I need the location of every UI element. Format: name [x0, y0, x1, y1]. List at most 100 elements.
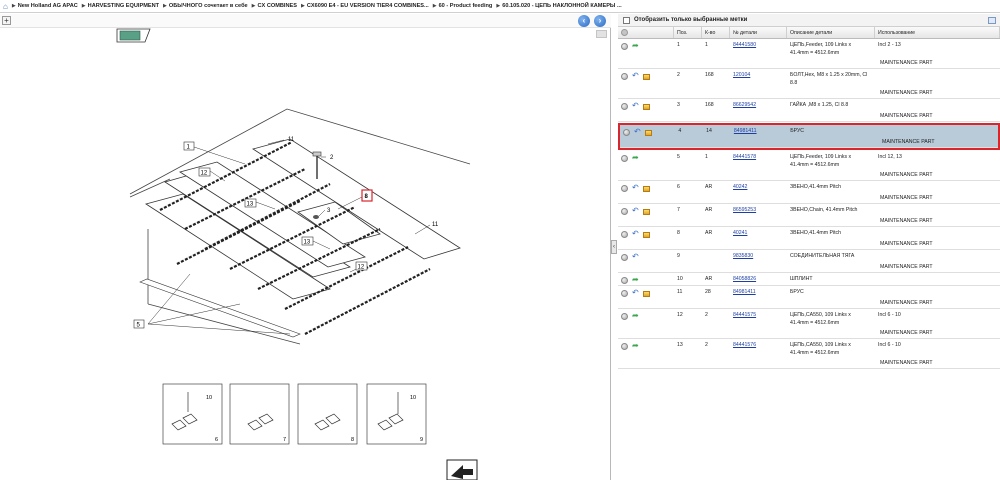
table-row[interactable]: ↶ 4 14 84981411 БРУС MAINTENANCE PART — [618, 123, 1000, 150]
table-row[interactable]: ➦ 12 2 84441575 ЦЕПЬ,CA550, 109 Links x 41.4m… — [618, 309, 1000, 339]
package-icon[interactable] — [642, 291, 650, 297]
part-number-link[interactable]: 84981411 — [733, 289, 756, 295]
info-icon[interactable] — [621, 277, 628, 284]
pane-collapse-handle[interactable]: ‹ — [611, 240, 617, 254]
triangle-right-icon: ▶ — [496, 3, 501, 9]
part-number-link[interactable]: 84981411 — [734, 128, 757, 134]
part-number-link[interactable]: 9835830 — [733, 253, 753, 259]
part-number-link[interactable]: 120104 — [733, 72, 750, 78]
part-number-link[interactable]: 84441580 — [733, 42, 756, 48]
package-icon[interactable] — [642, 232, 650, 238]
breadcrumb-item[interactable]: ▶ CX COMBINES — [252, 3, 297, 9]
breadcrumb-item[interactable]: ▶ 60 - Product feeding — [433, 3, 493, 9]
table-row[interactable]: ↶ 11 28 84981411 БРУС MAINTENANCE PART — [618, 286, 1000, 309]
history-arrow-icon[interactable]: ↶ — [634, 128, 641, 136]
breadcrumb-item[interactable]: ▶ CX6090 E4 - EU VERSION TIER4 COMBINES..… — [301, 3, 429, 9]
history-arrow-icon[interactable]: ↶ — [632, 230, 639, 238]
return-arrow-icon[interactable] — [446, 459, 478, 480]
callout-label[interactable]: 13 — [304, 240, 311, 246]
detail-thumbnail[interactable]: 8 — [297, 383, 358, 445]
show-selected-only-checkbox[interactable] — [623, 16, 630, 24]
part-number-link[interactable]: 84058826 — [733, 276, 756, 282]
part-number-link[interactable]: 84441575 — [733, 312, 756, 318]
header-qty[interactable]: К-во — [702, 27, 730, 38]
row-icons: ➦ — [618, 339, 674, 357]
detail-thumbnail[interactable]: 10 9 — [366, 383, 427, 445]
history-arrow-icon[interactable]: ↶ — [632, 289, 639, 297]
info-icon[interactable] — [621, 185, 628, 192]
row-pos: 3 — [677, 102, 680, 108]
row-qty: AR — [705, 230, 713, 236]
row-pos: 4 — [678, 128, 682, 134]
replace-arrow-icon[interactable]: ➦ — [632, 154, 639, 162]
info-icon[interactable] — [621, 208, 628, 215]
history-arrow-icon[interactable]: ↶ — [632, 72, 639, 80]
breadcrumb-item[interactable]: ▶ HARVESTING EQUIPMENT — [82, 3, 159, 9]
table-row[interactable]: ➦ 13 2 84441576 ЦЕПЬ,CA550, 109 Links x 41.4m… — [618, 339, 1000, 369]
package-icon[interactable] — [642, 74, 650, 80]
package-icon[interactable] — [642, 186, 650, 192]
table-row[interactable]: ➦ 10 AR 84058826 ШПЛИНТ — [618, 273, 1000, 286]
replace-arrow-icon[interactable]: ➦ — [632, 276, 639, 284]
part-number-link[interactable]: 84441576 — [733, 342, 756, 348]
callout-label[interactable]: 12 — [358, 265, 365, 271]
callout-label[interactable]: 11 — [432, 222, 439, 228]
breadcrumb-item[interactable]: ▶ 60.105.020 - ЦЕПЬ НАКЛОННОЙ КАМЕРЫ ... — [496, 3, 621, 9]
breadcrumb-item[interactable]: ▶ New Holland AG APAC — [12, 3, 78, 9]
info-icon[interactable] — [621, 313, 628, 320]
table-row[interactable]: ↶ 9 9835830 СОЕДИНИТЕЛЬНАЯ ТЯГА MAINTENANCE … — [618, 250, 1000, 273]
history-arrow-icon[interactable]: ↶ — [632, 184, 639, 192]
info-icon[interactable] — [621, 254, 628, 261]
callout-label[interactable]: 2 — [330, 155, 334, 161]
part-number-link[interactable]: 86629542 — [733, 102, 756, 108]
export-icon[interactable] — [988, 17, 996, 24]
maintenance-row: MAINTENANCE PART — [618, 261, 1000, 273]
package-icon[interactable] — [642, 104, 650, 110]
table-row[interactable]: ➦ 1 1 84441580 ЦЕПЬ,Feeder, 109 Links x 41.4m… — [618, 39, 1000, 69]
info-icon[interactable] — [623, 129, 630, 136]
history-arrow-icon[interactable]: ↶ — [632, 253, 639, 261]
info-icon[interactable] — [621, 103, 628, 110]
maintenance-row: MAINTENANCE PART — [618, 297, 1000, 309]
row-description: ЗВЕНО,41.4mm Pitch — [790, 184, 841, 190]
info-icon[interactable] — [621, 43, 628, 50]
part-number-link[interactable]: 86595253 — [733, 207, 756, 213]
maintenance-label: MAINTENANCE PART — [882, 138, 935, 145]
exploded-view-diagram[interactable]: 1 2 3 5 8 11 11 12 12 12 13 13 — [0, 14, 611, 480]
header-pos[interactable]: Поз. — [674, 27, 702, 38]
select-all-icon[interactable] — [621, 29, 628, 36]
header-description[interactable]: Описание детали — [787, 27, 875, 38]
replace-arrow-icon[interactable]: ➦ — [632, 312, 639, 320]
callout-label[interactable]: 11 — [288, 137, 295, 143]
row-qty — [702, 250, 730, 261]
callout-label[interactable]: 13 — [247, 202, 254, 208]
table-row[interactable]: ➦ 5 1 84441578 ЦЕПЬ,Feeder, 109 Links x 41.4m… — [618, 151, 1000, 181]
replace-arrow-icon[interactable]: ➦ — [632, 42, 639, 50]
breadcrumb-item[interactable]: ▶ ОБЫЧНОГО сочетает в себе — [163, 3, 248, 9]
part-number-link[interactable]: 40241 — [733, 230, 747, 236]
info-icon[interactable] — [621, 343, 628, 350]
part-number-link[interactable]: 40242 — [733, 184, 747, 190]
package-icon[interactable] — [642, 209, 650, 215]
replace-arrow-icon[interactable]: ➦ — [632, 342, 639, 350]
info-icon[interactable] — [621, 155, 628, 162]
info-icon[interactable] — [621, 290, 628, 297]
detail-thumbnail[interactable]: 10 6 — [162, 383, 223, 445]
table-row[interactable]: ↶ 3 168 86629542 ГАЙКА ,M8 x 1.25, Cl 8.8 MAI… — [618, 99, 1000, 122]
table-row[interactable]: ↶ 7 AR 86595253 ЗВЕНО,Chain, 41.4mm Pitch MAI… — [618, 204, 1000, 227]
info-icon[interactable] — [621, 73, 628, 80]
maintenance-label: MAINTENANCE PART — [880, 59, 933, 66]
part-number-link[interactable]: 84441578 — [733, 154, 756, 160]
history-arrow-icon[interactable]: ↶ — [632, 102, 639, 110]
info-icon[interactable] — [621, 231, 628, 238]
table-row[interactable]: ↶ 8 AR 40241 ЗВЕНО,41.4mm Pitch MAINTENANCE P… — [618, 227, 1000, 250]
home-icon[interactable]: ⌂ — [3, 2, 8, 11]
header-usage[interactable]: Использование — [875, 27, 1000, 38]
detail-thumbnail[interactable]: 7 — [229, 383, 290, 445]
table-row[interactable]: ↶ 2 168 120104 БОЛТ,Hex, M8 x 1.25 x 20mm, C… — [618, 69, 1000, 99]
package-icon[interactable] — [644, 130, 652, 136]
table-row[interactable]: ↶ 6 AR 40242 ЗВЕНО,41.4mm Pitch MAINTENANCE P… — [618, 181, 1000, 204]
header-part-no[interactable]: № детали — [730, 27, 787, 38]
history-arrow-icon[interactable]: ↶ — [632, 207, 639, 215]
callout-label[interactable]: 12 — [201, 171, 208, 177]
